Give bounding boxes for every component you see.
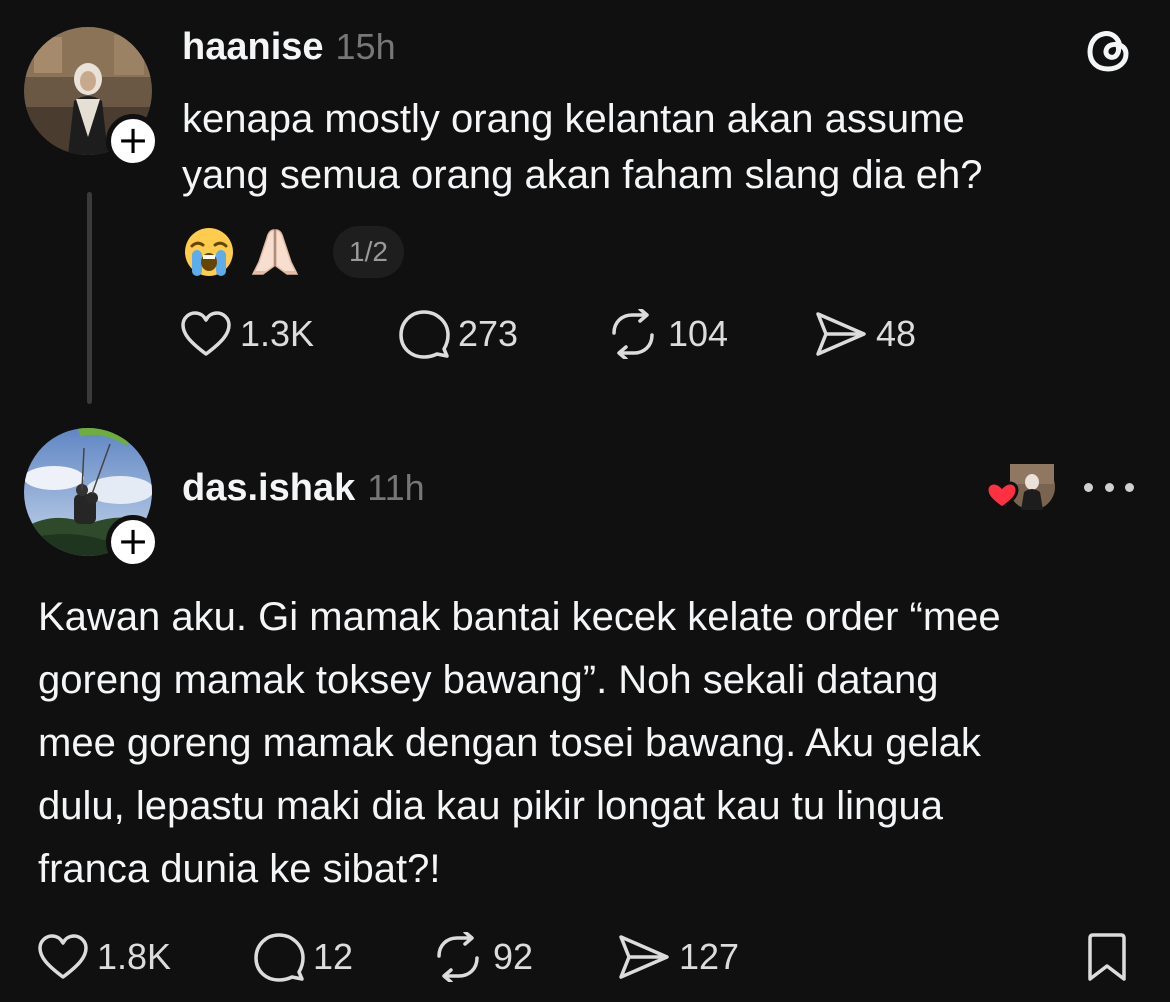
comment-icon [254,933,305,982]
liked-by-author-avatar [985,464,1055,510]
post2-text: Kawan aku. Gi mamak bantai kecek kelate … [38,595,1001,891]
share-button[interactable]: 48 [814,310,916,358]
reply-button[interactable]: 12 [253,932,431,982]
send-icon [619,935,669,979]
bookmark-icon[interactable] [1086,932,1128,982]
follow-button-das-ishak[interactable]: + [106,515,160,569]
repost-count: 92 [493,936,534,977]
repost-icon [437,932,479,982]
page-indicator: 1/2 [333,226,404,278]
post1-timestamp: 15h [335,26,396,67]
post2-header: das.ishak 11h [182,467,425,510]
plus-icon: + [117,117,149,162]
reply-count: 12 [313,936,354,977]
threads-logo-icon[interactable] [1082,24,1134,76]
loudly-crying-face-icon [185,228,233,276]
heart-icon [181,311,231,356]
like-button[interactable]: 1.3K [180,310,398,358]
follow-button-haanise[interactable]: + [106,114,160,168]
repost-icon [612,309,654,359]
post1-header: haanise 15h [182,26,396,69]
thread-connector-line [87,192,92,404]
post1-text: kenapa mostly orang kelantan akan assume… [182,97,983,197]
folded-hands-icon [251,229,299,275]
post1-username[interactable]: haanise [182,26,324,69]
like-count: 1.8K [97,936,172,977]
post1-actions: 1.3K 273 104 48 [180,309,916,359]
repost-count: 104 [668,313,729,354]
post1-emoji-row: 1/2 [183,226,404,278]
share-count: 127 [679,936,740,977]
share-button[interactable]: 127 [617,933,739,981]
repost-button[interactable]: 92 [431,932,617,982]
heart-icon [38,934,88,979]
like-count: 1.3K [240,313,315,354]
post2-timestamp: 11h [367,467,425,508]
send-icon [816,312,866,356]
share-count: 48 [876,313,917,354]
threads-feed: + haanise 15h kenapa mostly orang kelant… [0,0,1170,1002]
repost-button[interactable]: 104 [606,309,814,359]
post2-actions: 1.8K 12 92 127 [37,932,739,982]
post2-username[interactable]: das.ishak [182,467,355,510]
heart-icon [985,481,1019,510]
reply-count: 273 [458,313,519,354]
comment-icon [399,310,450,359]
more-options-icon[interactable] [1084,479,1134,495]
plus-icon: + [117,518,149,563]
reply-button[interactable]: 273 [398,309,606,359]
like-button[interactable]: 1.8K [37,933,253,981]
